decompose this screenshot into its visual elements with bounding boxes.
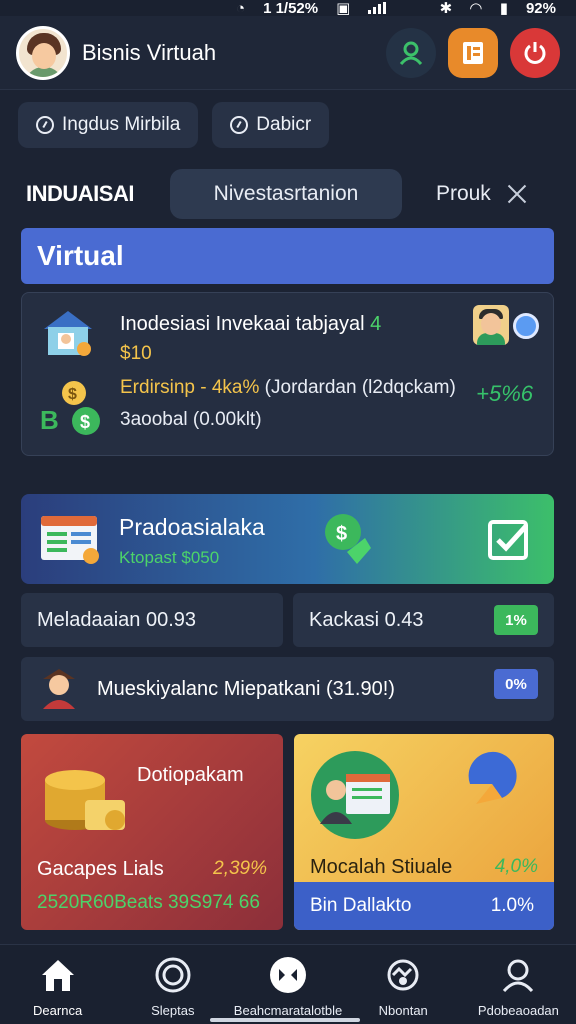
checkbox-icon	[488, 520, 528, 560]
nav-label: Sleptas	[151, 1003, 195, 1018]
house-icon	[44, 311, 92, 356]
user-icon	[399, 41, 423, 65]
investor-avatar	[473, 305, 509, 345]
investment-amount: $10	[120, 343, 152, 364]
investment-balance: 3aoobal (0.00klt)	[120, 409, 262, 430]
tile-footer: 2520R60Beats 39S974 66	[37, 892, 260, 913]
nav-item-nbontan[interactable]: Nbontan	[346, 945, 461, 1024]
signal-icon	[368, 2, 387, 14]
chip-ingdus[interactable]: Ingdus Mirbila	[18, 102, 199, 148]
tile-title: Dotiopakam	[137, 764, 244, 786]
tab-induaisai[interactable]: INDUAISAI	[26, 181, 134, 207]
nav-label: Pdobeaoadan	[477, 1003, 559, 1018]
tile-band: Bin Dallakto 1.0%	[294, 882, 554, 930]
investment-change: +5%6	[476, 381, 533, 406]
nav-item-home[interactable]: Dearnca	[0, 945, 115, 1024]
verified-badge-icon	[513, 313, 539, 339]
nav-label: Nbontan	[378, 1003, 428, 1018]
chip-label: Dabicr	[256, 114, 312, 135]
tile-band-value: 1.0%	[490, 895, 534, 916]
status-left-text: 1 1/52%	[263, 0, 319, 17]
wifi-icon: ◠	[470, 0, 482, 17]
dashboard-icon	[270, 957, 306, 993]
filter-chips: Ingdus Mirbila Dabicr	[18, 102, 330, 148]
promo-card[interactable]: Pradoasialaka Ktopast $050 $	[21, 494, 554, 584]
user-button[interactable]	[386, 27, 436, 78]
profile-icon	[503, 959, 534, 993]
tile-dotiopakam[interactable]: Dotiopakam Gacapes Lials 2,39% 2520R60Be…	[21, 734, 283, 930]
power-button[interactable]	[510, 27, 560, 78]
tab-bar: INDUAISAI Nivestasrtanion Prouk	[0, 168, 576, 220]
stat-kackasi[interactable]: Kackasi 0.43 1%	[293, 593, 554, 647]
document-button[interactable]	[448, 27, 498, 78]
nav-item-profile[interactable]: Pdobeaoadan	[461, 945, 576, 1024]
tile-value: 4,0%	[494, 856, 538, 877]
money-hand-icon: $	[325, 514, 371, 564]
svg-text:$: $	[68, 386, 77, 403]
chip-label: Ingdus Mirbila	[62, 114, 181, 135]
svg-text:$: $	[336, 523, 347, 545]
home-icon	[41, 960, 74, 991]
svg-text:$: $	[80, 412, 90, 432]
nav-label: Dearnca	[33, 1003, 83, 1018]
person-icon	[43, 669, 75, 709]
bluetooth-icon: ✱	[439, 0, 453, 17]
stat-meladaaian[interactable]: Meladaaian 00.93	[21, 593, 283, 647]
wide-badge: 0%	[494, 669, 538, 699]
tile-name: Mocalah Stiuale	[310, 856, 453, 878]
battery-icon: ▮	[499, 0, 508, 17]
handshake-icon	[387, 959, 419, 991]
svg-text:B: B	[40, 405, 59, 435]
stat-label: Kackasi 0.43	[309, 608, 424, 631]
promo-title: Pradoasialaka	[119, 514, 265, 540]
app-title: Bisnis Virtuah	[82, 39, 217, 65]
nav-item-sleptas[interactable]: Sleptas	[115, 945, 230, 1024]
sim-icon: ▣	[336, 0, 351, 17]
app-header: Bisnis Virtuah	[0, 16, 576, 90]
coin-icon	[155, 957, 191, 993]
investment-rate: Erdirsinp - 4ka% (Jordardan (l2dqckam)	[120, 377, 456, 398]
status-bar: ◔ 1 1/52% ▣ ✱ ◠ ▮ 92%	[0, 0, 576, 17]
nav-label: Beahcmaratalotble	[233, 1003, 343, 1018]
presentation-icon	[311, 751, 399, 839]
wide-label: Mueskiyalanc Miepatkani (31.90!)	[97, 677, 395, 700]
wide-row[interactable]: Mueskiyalanc Miepatkani (31.90!) 0%	[21, 657, 554, 721]
stat-label: Meladaaian 00.93	[37, 608, 197, 631]
coin-stack-icon	[45, 770, 125, 830]
close-icon[interactable]	[507, 184, 527, 204]
investment-card[interactable]: Inodesiasi Invekaai tabjayal 4 $10 $ B $…	[21, 292, 554, 456]
home-indicator[interactable]	[210, 1018, 360, 1022]
power-icon	[524, 41, 546, 64]
chart-arrow-icon	[468, 751, 517, 804]
battery-percent: 92%	[525, 0, 556, 17]
avatar[interactable]	[16, 25, 70, 80]
bottom-nav: Dearnca Sleptas Beahcmaratalotble Nbonta…	[0, 944, 576, 1024]
nav-item-dashboard[interactable]: Beahcmaratalotble	[230, 945, 345, 1024]
tile-name: Gacapes Lials	[37, 858, 164, 880]
clock-icon	[230, 116, 249, 134]
coins-icon: $ B $	[40, 381, 100, 435]
clock-icon	[36, 116, 54, 134]
clock-status-icon: ◔	[236, 0, 246, 17]
document-icon	[463, 41, 483, 64]
chip-dabicr[interactable]: Dabicr	[212, 102, 330, 148]
stat-badge: 1%	[494, 605, 538, 635]
tab-nivestasrtanion[interactable]: Nivestasrtanion	[169, 169, 402, 219]
section-title: Virtual	[21, 228, 554, 284]
tab-prouk[interactable]: Prouk	[436, 182, 491, 206]
promo-subtitle: Ktopast $050	[119, 548, 220, 567]
tile-band-label: Bin Dallakto	[310, 895, 412, 916]
tile-mocalah[interactable]: Mocalah Stiuale 4,0% Bin Dallakto 1.0%	[294, 734, 554, 930]
investment-title: Inodesiasi Invekaai tabjayal 4	[120, 313, 382, 335]
spreadsheet-icon	[41, 516, 99, 564]
tile-value: 2,39%	[213, 858, 267, 879]
